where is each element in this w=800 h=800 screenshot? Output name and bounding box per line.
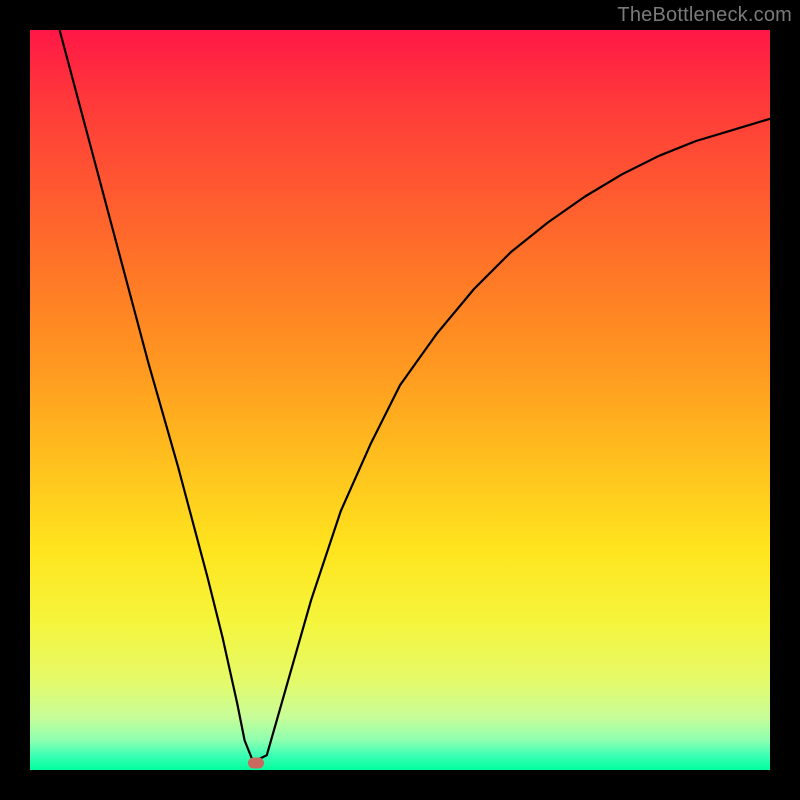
bottleneck-curve — [30, 30, 770, 770]
watermark-text: TheBottleneck.com — [617, 4, 792, 27]
curve-path — [60, 30, 770, 759]
optimal-point-marker — [248, 757, 264, 768]
plot-area — [30, 30, 770, 770]
chart-frame: TheBottleneck.com — [0, 0, 800, 800]
